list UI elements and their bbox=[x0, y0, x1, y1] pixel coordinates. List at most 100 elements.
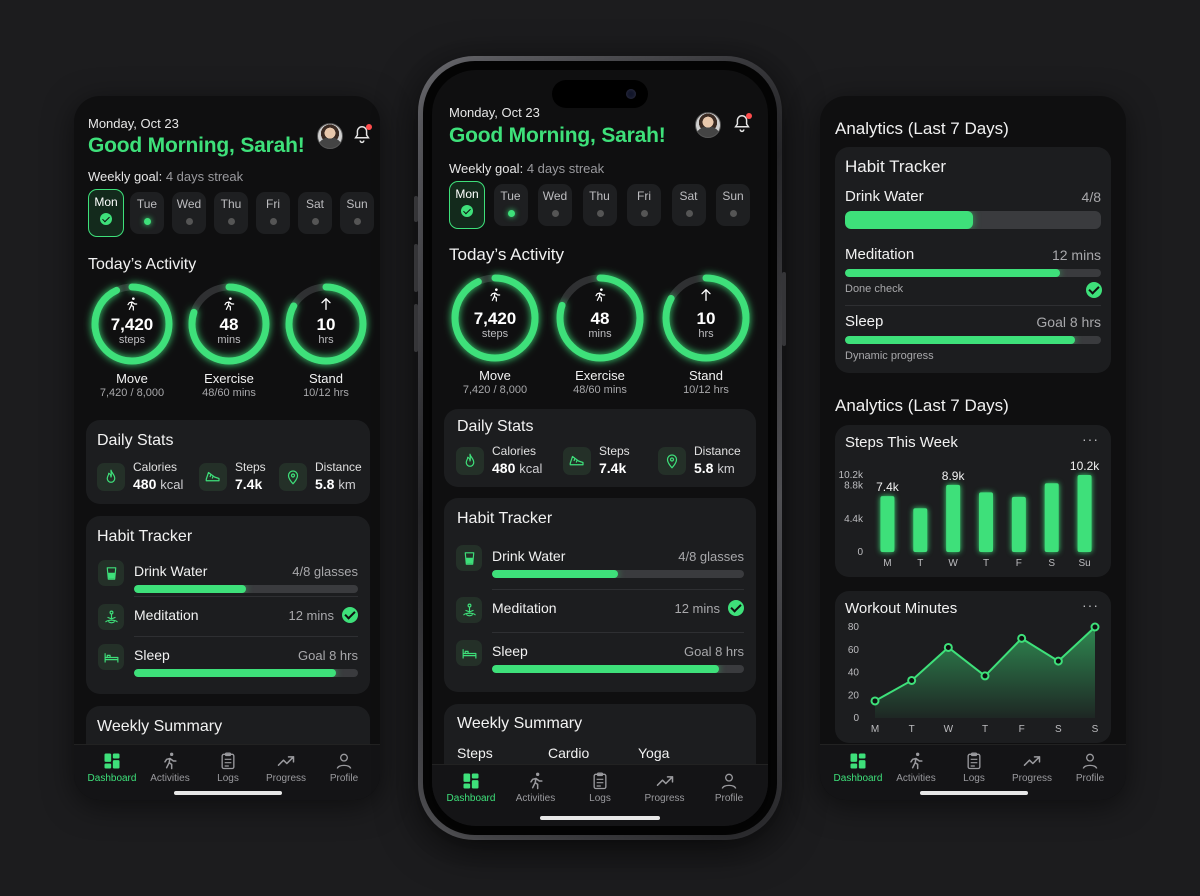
avatar[interactable] bbox=[317, 123, 343, 149]
ring-exercise[interactable]: 48 mins bbox=[548, 266, 652, 370]
stat-steps[interactable]: Steps 7.4k bbox=[563, 444, 659, 478]
habit-name: Meditation bbox=[492, 600, 557, 616]
tab-dashboard[interactable]: Dashboard bbox=[442, 771, 500, 804]
tab-progress[interactable]: Progress bbox=[257, 751, 315, 784]
tab-profile[interactable]: Profile bbox=[1061, 751, 1119, 784]
running-icon bbox=[507, 771, 565, 791]
day-thu[interactable]: Thu bbox=[582, 184, 617, 226]
x-tick-label: T bbox=[917, 558, 923, 569]
volume-down-button bbox=[414, 304, 418, 352]
day-sun[interactable]: Sun bbox=[340, 192, 374, 234]
goal-label: Weekly goal: bbox=[449, 161, 524, 176]
dashboard-icon bbox=[83, 751, 141, 771]
tab-label: Activities bbox=[515, 793, 556, 804]
stat-unit: kcal bbox=[519, 461, 543, 476]
arrow-up-icon bbox=[318, 296, 334, 317]
ring-stand[interactable]: 10 hrs bbox=[277, 275, 375, 373]
x-tick-label: T bbox=[983, 558, 989, 569]
bar bbox=[1011, 496, 1026, 552]
water-glass-icon bbox=[456, 545, 482, 571]
stat-label: Calories bbox=[492, 444, 537, 458]
tab-dashboard[interactable]: Dashboard bbox=[83, 751, 141, 784]
tab-dashboard[interactable]: Dashboard bbox=[829, 751, 887, 784]
stat-calories[interactable]: Calories 480 kcal bbox=[97, 460, 193, 494]
day-mon[interactable]: Mon bbox=[88, 189, 124, 237]
habit-row-drink-water[interactable]: Drink Water 4/8 glasses bbox=[86, 560, 370, 596]
summary-col-steps[interactable]: Steps bbox=[457, 745, 493, 761]
day-sat[interactable]: Sat bbox=[671, 184, 706, 226]
trend-icon bbox=[257, 751, 315, 771]
habit-row-sleep[interactable]: Sleep Goal 8 hrs bbox=[444, 640, 756, 676]
left-screen: Monday, Oct 23 Good Morning, Sarah! Week… bbox=[74, 96, 380, 800]
stat-distance[interactable]: Distance 5.8 km bbox=[658, 444, 754, 478]
tab-activities[interactable]: Activities bbox=[507, 771, 565, 804]
day-wed[interactable]: Wed bbox=[538, 184, 572, 226]
summary-col-cardio[interactable]: Cardio bbox=[548, 745, 589, 761]
tab-activities[interactable]: Activities bbox=[141, 751, 199, 784]
status-dot bbox=[641, 210, 648, 217]
ring-move[interactable]: 7,420 steps bbox=[83, 275, 181, 373]
stat-calories[interactable]: Calories 480 kcal bbox=[456, 444, 552, 478]
habit-row-sleep[interactable]: Sleep Goal 8 hrs bbox=[86, 644, 370, 680]
day-mon[interactable]: Mon bbox=[449, 181, 485, 229]
stat-value: 480 kcal bbox=[492, 460, 542, 476]
x-tick-label: S bbox=[1048, 558, 1055, 569]
clipboard-icon bbox=[571, 771, 629, 791]
ring-exercise[interactable]: 48 mins bbox=[180, 275, 278, 373]
status-dot bbox=[312, 218, 319, 225]
trend-icon bbox=[636, 771, 694, 791]
x-tick-label: F bbox=[1019, 724, 1025, 735]
clipboard-icon bbox=[945, 751, 1003, 771]
notification-dot bbox=[746, 113, 752, 119]
habit-row-meditation[interactable]: Meditation 12 mins bbox=[86, 604, 370, 640]
day-tue[interactable]: Tue bbox=[130, 192, 164, 234]
check-icon bbox=[342, 607, 358, 623]
bar bbox=[880, 496, 895, 552]
tab-logs[interactable]: Logs bbox=[945, 751, 1003, 784]
habit-title: Habit Tracker bbox=[457, 510, 553, 527]
day-sun[interactable]: Sun bbox=[716, 184, 750, 226]
weekly-summary-title: Weekly Summary bbox=[97, 718, 223, 735]
day-label: Tue bbox=[136, 197, 158, 211]
tab-profile[interactable]: Profile bbox=[700, 771, 758, 804]
ring-move[interactable]: 7,420 steps bbox=[443, 266, 547, 370]
ring-sub: 48/60 mins bbox=[202, 387, 256, 399]
habit-name: Meditation bbox=[134, 607, 199, 623]
meditation-done-check-icon bbox=[1086, 282, 1102, 298]
flame-icon bbox=[456, 447, 484, 475]
steps-chart-card: Steps This Week ··· 0 4.4k 8.8k 10.2k M 7.4k T… bbox=[835, 425, 1111, 577]
divider bbox=[492, 589, 744, 590]
tab-label: Activities bbox=[150, 773, 190, 784]
water-name: Drink Water bbox=[845, 188, 924, 205]
summary-col-yoga[interactable]: Yoga bbox=[638, 745, 669, 761]
ring-name: Exercise bbox=[204, 371, 254, 386]
tab-activities[interactable]: Activities bbox=[887, 751, 945, 784]
tab-label: Logs bbox=[589, 793, 611, 804]
stat-distance[interactable]: Distance 5.8 km bbox=[279, 460, 375, 494]
day-fri[interactable]: Fri bbox=[627, 184, 661, 226]
dashboard-icon bbox=[829, 751, 887, 771]
activity-title: Today’s Activity bbox=[449, 245, 564, 264]
ring-stand[interactable]: 10 hrs bbox=[654, 266, 758, 370]
day-sat[interactable]: Sat bbox=[298, 192, 332, 234]
ring-unit: steps bbox=[481, 328, 509, 340]
tab-label: Logs bbox=[217, 773, 239, 784]
habit-row-meditation[interactable]: Meditation 12 mins bbox=[444, 597, 756, 633]
tab-profile[interactable]: Profile bbox=[315, 751, 373, 784]
tab-logs[interactable]: Logs bbox=[199, 751, 257, 784]
day-fri[interactable]: Fri bbox=[256, 192, 290, 234]
day-tue[interactable]: Tue bbox=[493, 184, 528, 226]
stat-number: 480 bbox=[133, 476, 157, 492]
avatar[interactable] bbox=[695, 112, 721, 138]
tab-logs[interactable]: Logs bbox=[571, 771, 629, 804]
y-tick-label: 40 bbox=[848, 668, 860, 679]
goal-value: 4 days streak bbox=[165, 169, 244, 184]
tab-progress[interactable]: Progress bbox=[636, 771, 694, 804]
tab-progress[interactable]: Progress bbox=[1003, 751, 1061, 784]
bar bbox=[979, 492, 993, 552]
daily-stats-card: Daily Stats Calories 480 kcal Steps 7.4k Di… bbox=[444, 409, 756, 487]
day-wed[interactable]: Wed bbox=[172, 192, 206, 234]
stat-number: 5.8 bbox=[694, 460, 714, 476]
habit-row-drink-water[interactable]: Drink Water 4/8 glasses bbox=[444, 545, 756, 581]
day-thu[interactable]: Thu bbox=[214, 192, 248, 234]
